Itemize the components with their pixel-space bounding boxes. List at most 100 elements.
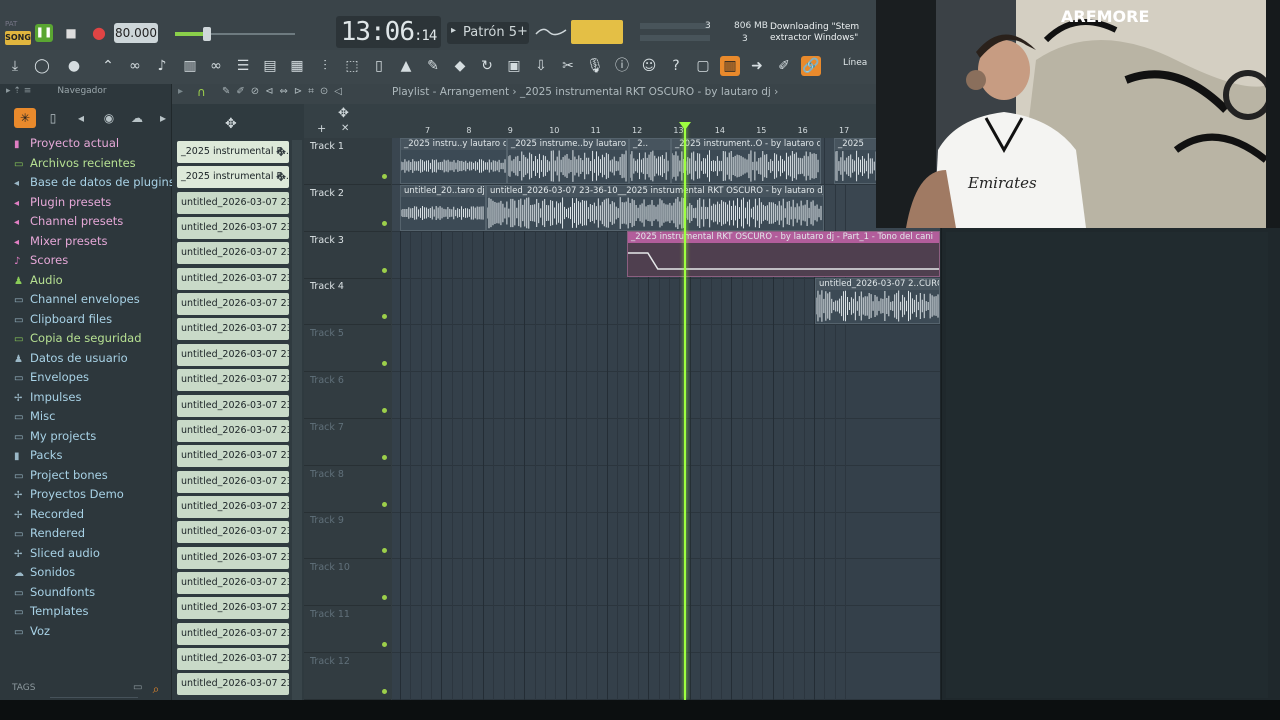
audio-clip[interactable]: _2025 instru..y lautaro dj: [400, 138, 507, 184]
link-icon[interactable]: 🔗: [801, 56, 821, 76]
track-header[interactable]: Track 1: [304, 138, 391, 185]
all-tab-icon[interactable]: ✳: [14, 108, 36, 128]
track-header[interactable]: Track 6: [304, 372, 391, 419]
browser-item[interactable]: ✢ Recorded: [14, 505, 164, 524]
browser-item[interactable]: ▭ Envelopes: [14, 368, 164, 387]
browser-item[interactable]: ▮ Proyecto actual: [14, 134, 164, 153]
picker-clip[interactable]: untitled_2026-03-07 23-...: [177, 242, 289, 265]
track-enable-led[interactable]: [382, 314, 387, 320]
browser-item[interactable]: ▭ My projects: [14, 427, 164, 446]
audio-clip[interactable]: _2025 instrumental RKT OSCURO - by lauta…: [627, 231, 940, 277]
help-icon[interactable]: ?: [666, 56, 686, 76]
track-enable-led[interactable]: [382, 454, 387, 460]
snap-grid-icon[interactable]: ▥: [720, 56, 740, 76]
track-header[interactable]: Track 8: [304, 466, 391, 513]
remove-track-icon[interactable]: ✕: [341, 123, 349, 134]
browser-item[interactable]: ◂ Channel presets: [14, 212, 164, 231]
track-header[interactable]: Track 5: [304, 325, 391, 373]
track-enable-led[interactable]: [382, 220, 387, 226]
playlist-icon[interactable]: ☰: [233, 56, 253, 76]
picker-scrollbar[interactable]: [292, 140, 302, 700]
download-icon[interactable]: ⤓: [5, 56, 25, 76]
more-tab-icon[interactable]: ▸: [152, 108, 174, 128]
browser-item[interactable]: ◂ Base de datos de plugins: [14, 173, 175, 192]
picker-move-icon[interactable]: ✥: [225, 116, 237, 132]
track-enable-led[interactable]: [382, 408, 387, 413]
track-enable-led[interactable]: [382, 688, 387, 694]
sounds-tab-icon[interactable]: ◉: [98, 108, 120, 128]
snap-select[interactable]: Línea: [843, 58, 867, 68]
audio-clip[interactable]: untitled_2026-03-07 23-36-10__2025 instr…: [486, 185, 824, 231]
plugin-picker-icon[interactable]: ▲: [396, 56, 416, 76]
drag-handle-icon[interactable]: ✥: [276, 141, 286, 163]
channel-rack-icon[interactable]: ▦: [287, 56, 307, 76]
picker-clip[interactable]: untitled_2026-03-07 23-...: [177, 343, 289, 366]
track-enable-led[interactable]: [382, 501, 387, 507]
picker-clip[interactable]: untitled_2026-03-07 23-...: [177, 622, 289, 645]
grid-row[interactable]: [392, 512, 940, 560]
multilink-icon[interactable]: ∞: [206, 56, 226, 76]
picker-clip[interactable]: untitled_2026-03-07 23-...: [177, 419, 289, 442]
browser-item[interactable]: ▭ Archivos recientes: [14, 154, 164, 173]
picker-clip[interactable]: untitled_2026-03-07 23-...: [177, 648, 289, 670]
browser-item[interactable]: ▮ Packs: [14, 446, 164, 465]
browser-item[interactable]: ▭ Copia de seguridad: [14, 329, 164, 348]
browser-item[interactable]: ✢ Impulses: [14, 388, 164, 407]
picker-clip[interactable]: untitled_2026-03-07 23-...: [177, 267, 289, 290]
folder-icon[interactable]: ▭: [133, 682, 142, 693]
browser-item[interactable]: ☁ Sonidos: [14, 563, 164, 582]
files-tab-icon[interactable]: ▯: [42, 108, 64, 128]
audio-clip[interactable]: untitled_20..taro dj: [400, 185, 486, 231]
tag-icon[interactable]: ◆: [450, 56, 470, 76]
browser-file-icon[interactable]: ▯: [369, 56, 389, 76]
picker-clip[interactable]: untitled_2026-03-07 23-...: [177, 673, 289, 696]
audio-clip[interactable]: _2..: [629, 138, 671, 184]
browser-item[interactable]: ♟ Datos de usuario: [14, 349, 164, 368]
picker-clip[interactable]: untitled_2026-03-07 23-...: [177, 191, 289, 214]
window-icon[interactable]: ▢: [693, 56, 713, 76]
refresh-icon[interactable]: ↻: [477, 56, 497, 76]
picker-clip[interactable]: _2025 instrumental R... ✥: [177, 166, 289, 189]
audio-clip[interactable]: _2025 instrume..by lautaro dj: [507, 138, 629, 184]
save-icon[interactable]: ▣: [504, 56, 524, 76]
picker-clip[interactable]: untitled_2026-03-07 23-...: [177, 470, 289, 493]
picker-clip[interactable]: untitled_2026-03-07 23-...: [177, 217, 289, 240]
render-icon[interactable]: ⇩: [531, 56, 551, 76]
track-enable-led[interactable]: [382, 174, 387, 179]
loop-record-icon[interactable]: ∞: [125, 56, 145, 76]
pat-mode-label[interactable]: PAT: [5, 20, 17, 28]
mixer-icon[interactable]: ⫶: [315, 56, 335, 76]
magnet-icon[interactable]: ∩: [197, 85, 206, 99]
tempo-display[interactable]: 80.000: [114, 23, 158, 43]
picker-clip[interactable]: untitled_2026-03-07 23-...: [177, 495, 289, 518]
blend-notes-icon[interactable]: ▥: [180, 56, 200, 76]
grid-row[interactable]: [392, 372, 940, 419]
piano-roll-icon[interactable]: ▤: [260, 56, 280, 76]
track-header[interactable]: Track 9: [304, 512, 391, 560]
marketplace-icon[interactable]: ✎: [423, 56, 443, 76]
browser-item[interactable]: ▭ Misc: [14, 407, 164, 426]
picker-clip[interactable]: untitled_2026-03-07 23-...: [177, 394, 289, 417]
arrow-right-icon[interactable]: ➜: [747, 56, 767, 76]
browser-item[interactable]: ▭ Voz: [14, 622, 164, 641]
track-enable-led[interactable]: [382, 361, 387, 367]
microphone-icon[interactable]: 🎙: [585, 56, 605, 76]
cut-icon[interactable]: ✂: [558, 56, 578, 76]
master-volume-knob[interactable]: [203, 27, 211, 41]
track-header[interactable]: Track 11: [304, 606, 391, 653]
play-pause-button[interactable]: ❚❚: [35, 24, 53, 42]
track-header[interactable]: Track 4: [304, 278, 391, 326]
step-edit-icon[interactable]: ♪: [152, 56, 172, 76]
browser-item[interactable]: ▭ Project bones: [14, 466, 164, 485]
arrangement-grid[interactable]: _2025 instru..y lautaro dj _2025 instrume…: [392, 138, 940, 700]
track-header[interactable]: Track 7: [304, 419, 391, 466]
track-enable-led[interactable]: [382, 642, 387, 647]
stop-button[interactable]: ■: [62, 24, 80, 42]
picker-clip[interactable]: untitled_2026-03-07 23-...: [177, 293, 289, 316]
browser-item[interactable]: ▭ Templates: [14, 602, 164, 621]
playlist-arrows-icon[interactable]: ▸: [178, 86, 183, 97]
grid-row[interactable]: [392, 559, 940, 607]
track-enable-led[interactable]: [382, 595, 387, 601]
browser-item[interactable]: ♟ Audio: [14, 271, 164, 290]
chat-icon[interactable]: ☺: [639, 56, 659, 76]
